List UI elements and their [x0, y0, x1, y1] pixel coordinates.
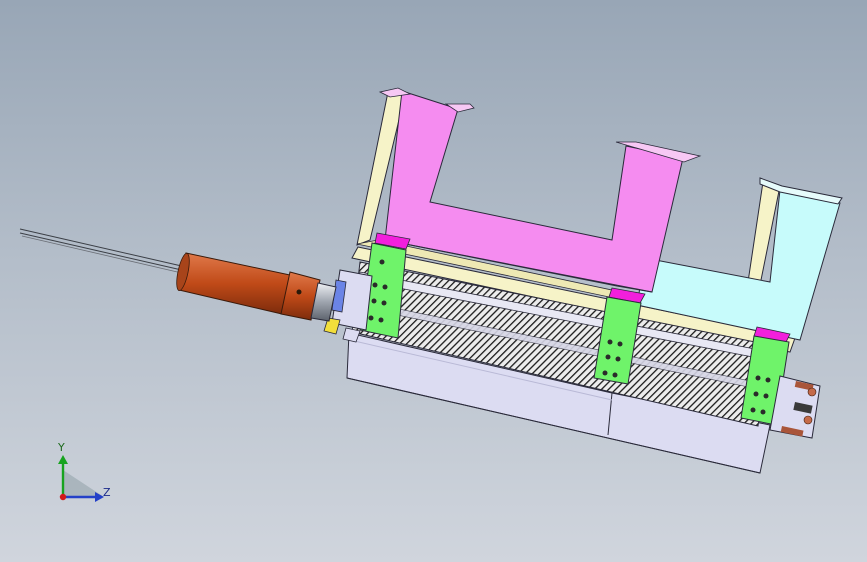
probe-wire: [19, 228, 187, 275]
cad-graphics-viewport[interactable]: Y Z: [0, 0, 867, 562]
origin-marker: [59, 493, 67, 501]
coordinate-triad: [58, 455, 104, 502]
z-axis-label: Z: [103, 486, 111, 499]
y-axis-label: Y: [58, 441, 65, 454]
orange-cylinder[interactable]: [174, 252, 337, 322]
cad-model-view[interactable]: [0, 0, 867, 562]
